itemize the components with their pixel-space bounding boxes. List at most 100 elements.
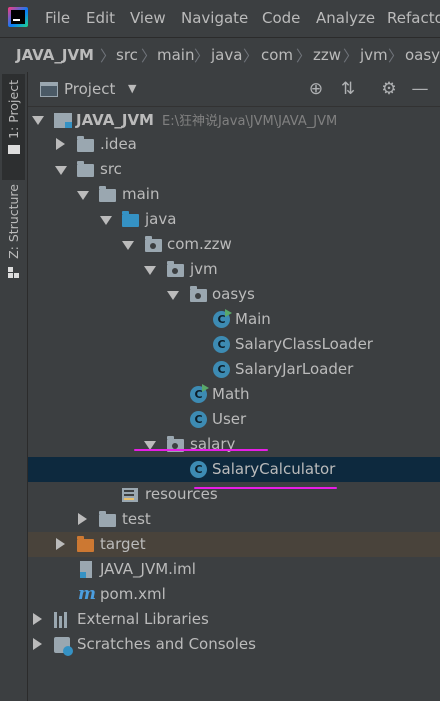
excluded-folder-icon [77, 536, 94, 552]
hide-icon[interactable]: — [410, 79, 430, 99]
menu-analyze[interactable]: Analyze [316, 9, 375, 27]
tree-item-label: SalaryClassLoader [235, 335, 373, 353]
chevron-right-icon[interactable] [78, 513, 87, 525]
tree-item-target[interactable]: target [28, 532, 440, 557]
folder-icon [77, 161, 94, 177]
tree-item-label: target [100, 535, 146, 553]
intellij-logo-icon [8, 7, 28, 27]
chevron-down-icon[interactable] [100, 216, 112, 225]
crumb-separator: 〉 [141, 47, 157, 65]
crumb-src[interactable]: src [116, 46, 138, 64]
module-icon [54, 113, 72, 128]
chevron-down-icon[interactable] [55, 166, 67, 175]
tree-item-label: JAVA_JVM E:\狂神说Java\JVM\JAVA_JVM [76, 111, 338, 129]
tree-item-java[interactable]: java [28, 207, 440, 232]
tree-item-java-jvm[interactable]: JAVA_JVM E:\狂神说Java\JVM\JAVA_JVM [28, 107, 440, 132]
package-icon [167, 261, 184, 277]
crumb-jvm[interactable]: jvm [360, 46, 388, 64]
tree-item-label: User [212, 410, 247, 428]
breadcrumb: JAVA_JVM 〉 src 〉 main 〉 java 〉 com 〉 zzw… [0, 37, 440, 73]
tree-item-label: Main [235, 310, 271, 328]
folder-icon [7, 144, 20, 154]
tree-item-salary[interactable]: salary [28, 432, 440, 457]
menu-edit[interactable]: Edit [86, 9, 115, 27]
class-icon: C [190, 461, 207, 478]
chevron-down-icon[interactable] [122, 241, 134, 250]
stripe-tab-structure[interactable]: Z: Structure [2, 184, 25, 278]
menu-file[interactable]: File [45, 9, 70, 27]
chevron-down-icon[interactable] [77, 191, 89, 200]
scratches-icon [54, 637, 73, 656]
stripe-tab-project[interactable]: 1: Project [2, 74, 25, 180]
tree-item-idea[interactable]: .idea [28, 132, 440, 157]
project-tree[interactable]: JAVA_JVM E:\狂神说Java\JVM\JAVA_JVM .idea sr… [28, 107, 440, 701]
tree-item-com-zzw[interactable]: com.zzw [28, 232, 440, 257]
chevron-down-icon[interactable] [144, 266, 156, 275]
tree-item-label: oasys [212, 285, 255, 303]
tree-item-label: .idea [100, 135, 137, 153]
tree-item-test[interactable]: test [28, 507, 440, 532]
structure-icon [8, 266, 19, 278]
tree-item-src[interactable]: src [28, 157, 440, 182]
tree-item-salary-calculator[interactable]: C SalaryCalculator [28, 457, 440, 482]
tree-item-label: External Libraries [77, 610, 209, 628]
project-view-selector[interactable]: Project [64, 80, 115, 98]
chevron-down-icon[interactable] [32, 116, 44, 125]
tree-item-iml[interactable]: JAVA_JVM.iml [28, 557, 440, 582]
menu-code[interactable]: Code [262, 9, 300, 27]
tree-item-resources[interactable]: resources [28, 482, 440, 507]
collapse-all-icon[interactable]: ⇅ [338, 79, 358, 99]
menu-view[interactable]: View [130, 9, 166, 27]
class-icon: C [190, 411, 207, 428]
tree-item-label: main [122, 185, 160, 203]
crumb-project[interactable]: JAVA_JVM [16, 46, 94, 64]
menu-refactor[interactable]: Refactor [387, 9, 440, 27]
annotation-underline [134, 449, 268, 451]
maven-icon: m [78, 584, 96, 604]
chevron-right-icon[interactable] [56, 138, 65, 150]
gear-icon[interactable]: ⚙ [379, 79, 399, 99]
folder-icon [77, 136, 94, 152]
tree-item-label: pom.xml [100, 585, 166, 603]
crumb-com[interactable]: com [261, 46, 293, 64]
crumb-zzw[interactable]: zzw [313, 46, 341, 64]
tree-item-salary-class-loader[interactable]: C SalaryClassLoader [28, 332, 440, 357]
menu-navigate[interactable]: Navigate [181, 9, 248, 27]
tree-item-label: Math [212, 385, 250, 403]
chevron-right-icon[interactable] [56, 538, 65, 550]
package-icon [190, 286, 207, 302]
locate-file-icon[interactable]: ⊕ [306, 79, 326, 99]
tree-item-math[interactable]: C Math [28, 382, 440, 407]
annotation-underline [194, 487, 337, 489]
runnable-class-icon: C [213, 309, 232, 328]
tree-item-oasys[interactable]: oasys [28, 282, 440, 307]
tree-item-main-class[interactable]: C Main [28, 307, 440, 332]
crumb-separator: 〉 [243, 47, 259, 65]
folder-icon [99, 186, 116, 202]
tree-item-main[interactable]: main [28, 182, 440, 207]
crumb-main[interactable]: main [157, 46, 194, 64]
crumb-java[interactable]: java [211, 46, 242, 64]
tree-item-label: test [122, 510, 151, 528]
tree-item-label: com.zzw [167, 235, 232, 253]
chevron-down-icon[interactable] [167, 291, 179, 300]
tree-item-external-libraries[interactable]: External Libraries [28, 607, 440, 632]
crumb-oasys[interactable]: oasys [405, 46, 440, 64]
chevron-right-icon[interactable] [33, 613, 42, 625]
chevron-right-icon[interactable] [33, 638, 42, 650]
crumb-separator: 〉 [343, 47, 359, 65]
tree-item-pom[interactable]: m pom.xml [28, 582, 440, 607]
crumb-separator: 〉 [100, 47, 116, 65]
tree-item-label: Scratches and Consoles [77, 635, 256, 653]
tree-item-scratches[interactable]: Scratches and Consoles [28, 632, 440, 657]
tree-item-user[interactable]: C User [28, 407, 440, 432]
left-tool-stripe: 1: Project Z: Structure [0, 72, 28, 701]
chevron-down-icon[interactable]: ▼ [128, 82, 136, 95]
tree-item-salary-jar-loader[interactable]: C SalaryJarLoader [28, 357, 440, 382]
project-tool-header: Project ▼ ⊕ ⇅ ⚙ — [28, 72, 440, 107]
stripe-project-label: 1: Project [6, 80, 21, 139]
tree-item-label: java [145, 210, 177, 228]
tree-item-jvm[interactable]: jvm [28, 257, 440, 282]
folder-icon [99, 511, 116, 527]
crumb-separator: 〉 [194, 47, 210, 65]
